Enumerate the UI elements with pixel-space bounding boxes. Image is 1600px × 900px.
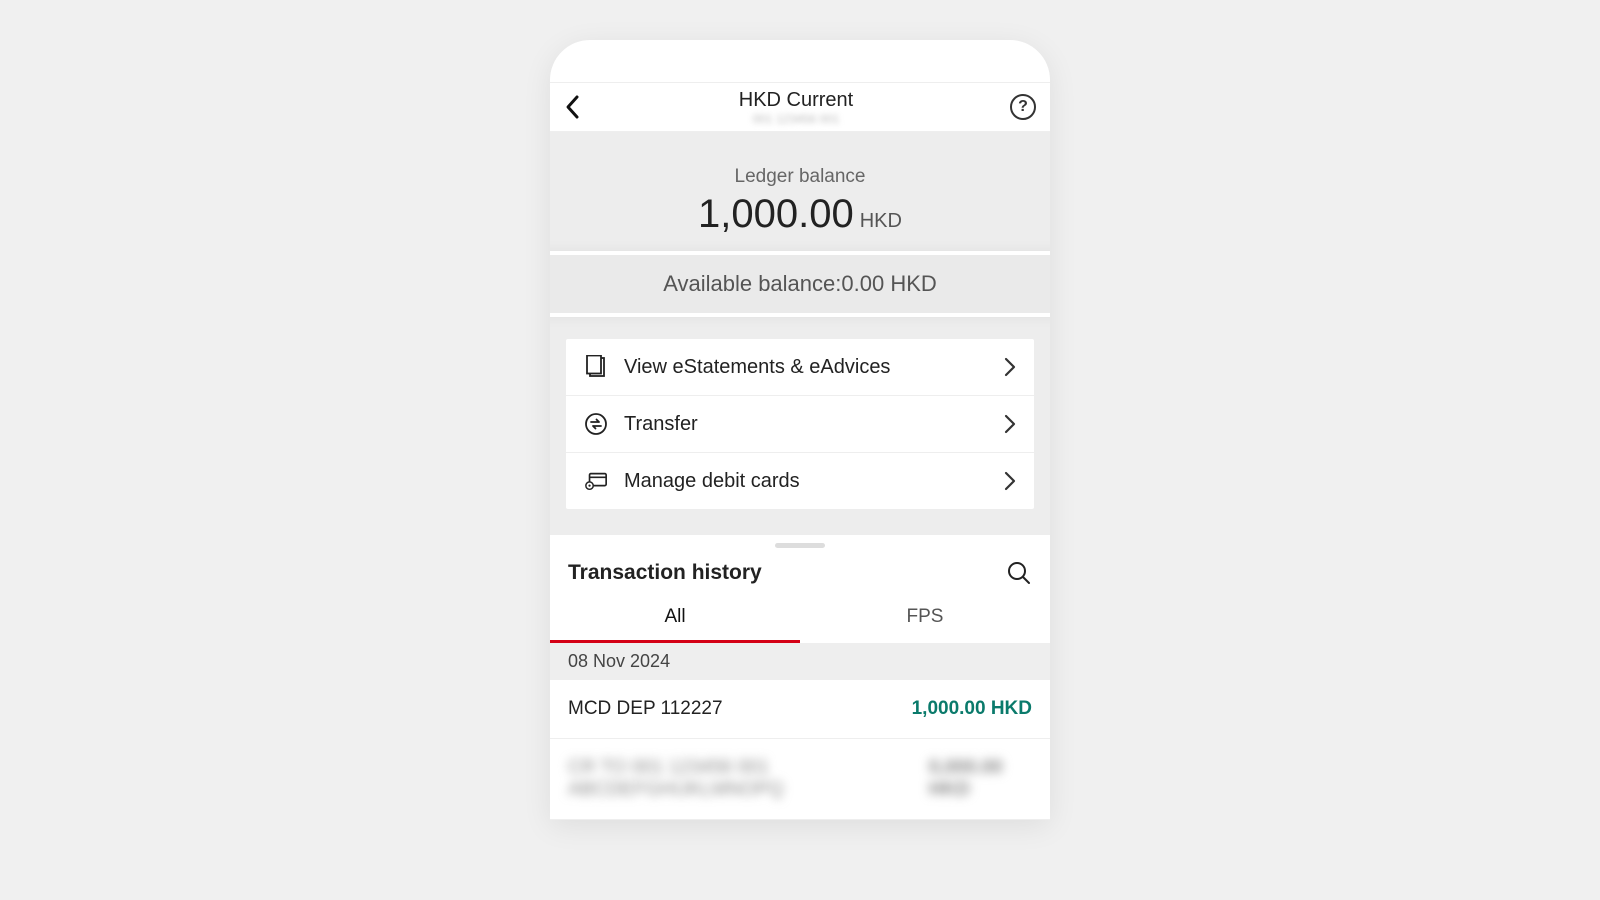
history-title: Transaction history [568, 561, 762, 585]
available-balance-callout: Available balance:0.00 HKD [550, 251, 1050, 317]
transaction-history-panel: Transaction history All FPS 08 Nov 2024 … [550, 535, 1050, 820]
available-balance-amount: 0.00 [841, 271, 884, 296]
app-header: HKD Current 001 123456 001 ? [550, 82, 1050, 132]
back-button[interactable] [564, 94, 582, 120]
transaction-amount-masked: 0,000.00 HKD [929, 757, 1032, 801]
tab-all[interactable]: All [550, 596, 800, 643]
menu-item-manage-cards[interactable]: Manage debit cards [566, 453, 1034, 509]
phone-notch-area [550, 40, 1050, 82]
transaction-description-masked: CR TO 001 123456 001 ABCDEFGHIJKLMNOPQ [568, 757, 929, 801]
transaction-row-masked[interactable]: CR TO 001 123456 001 ABCDEFGHIJKLMNOPQ 0… [550, 739, 1050, 820]
menu-item-transfer[interactable]: Transfer [566, 396, 1034, 453]
chevron-right-icon [1004, 414, 1016, 434]
menu-item-estatements[interactable]: View eStatements & eAdvices [566, 339, 1034, 396]
card-settings-icon [584, 469, 608, 493]
header-center: HKD Current 001 123456 001 [582, 89, 1010, 126]
menu-item-label: View eStatements & eAdvices [624, 356, 988, 379]
search-icon [1006, 560, 1032, 586]
transaction-row[interactable]: MCD DEP 112227 1,000.00 HKD [550, 680, 1050, 739]
ledger-balance-currency: HKD [860, 210, 902, 233]
transaction-date-group: 08 Nov 2024 [550, 643, 1050, 680]
actions-menu: View eStatements & eAdvices Transfer [566, 339, 1034, 509]
chevron-right-icon [1004, 471, 1016, 491]
ledger-balance-row: 1,000.00 HKD [550, 192, 1050, 237]
document-icon [584, 355, 608, 379]
history-header: Transaction history [550, 560, 1050, 596]
chevron-right-icon [1004, 357, 1016, 377]
help-button[interactable]: ? [1010, 94, 1036, 120]
phone-frame: HKD Current 001 123456 001 ? Ledger bala… [550, 40, 1050, 820]
available-balance-label: Available balance: [663, 271, 841, 296]
transfer-icon [584, 412, 608, 436]
ledger-balance-label: Ledger balance [550, 166, 1050, 188]
drag-handle[interactable] [775, 543, 825, 548]
history-tabs: All FPS [550, 596, 1050, 643]
transaction-amount: 1,000.00 HKD [912, 698, 1032, 720]
tab-fps[interactable]: FPS [800, 596, 1050, 643]
ledger-balance-amount: 1,000.00 [698, 192, 854, 237]
available-balance-currency: HKD [890, 271, 936, 296]
available-balance-text: Available balance:0.00 HKD [663, 271, 937, 296]
balance-section: Ledger balance 1,000.00 HKD Available ba… [550, 132, 1050, 327]
chevron-left-icon [564, 94, 582, 120]
account-number-masked: 001 123456 001 [582, 112, 1010, 126]
help-icon: ? [1018, 98, 1028, 116]
menu-item-label: Transfer [624, 413, 988, 436]
search-button[interactable] [1006, 560, 1032, 586]
menu-item-label: Manage debit cards [624, 470, 988, 493]
transaction-description: MCD DEP 112227 [568, 698, 723, 720]
page-title: HKD Current [582, 89, 1010, 112]
